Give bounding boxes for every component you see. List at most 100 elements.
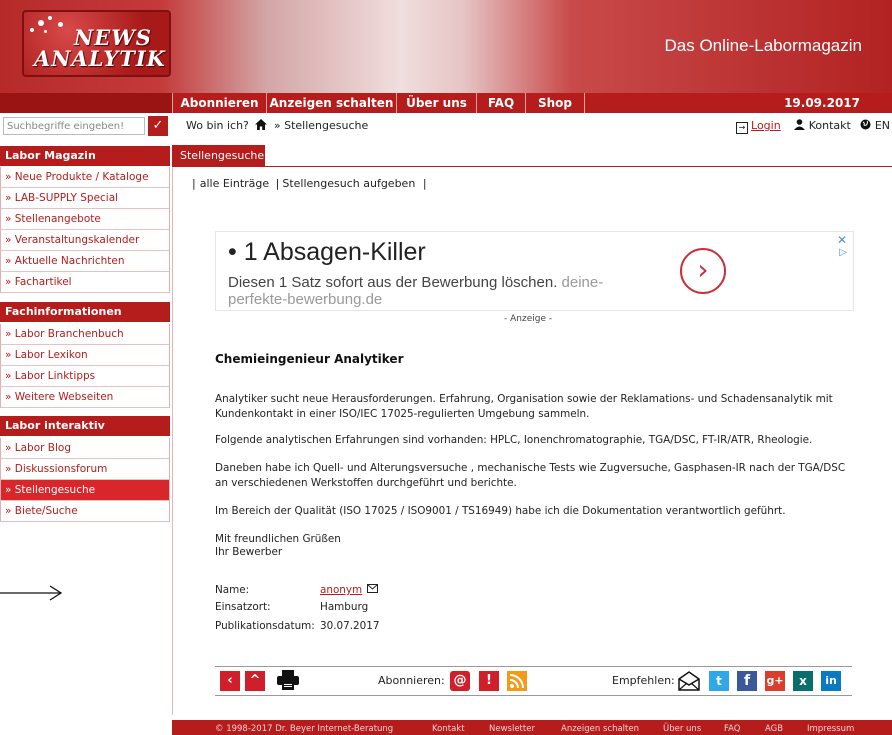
signature: Ihr Bewerber	[215, 546, 283, 558]
sidebar-item-fachartikel[interactable]: » Fachartikel	[0, 272, 170, 293]
subnav-alle-eintraege[interactable]: alle Einträge	[200, 177, 269, 190]
subnav-stellengesuch-aufgeben[interactable]: Stellengesuch aufgeben	[282, 177, 415, 190]
check-icon: ✓	[152, 118, 164, 133]
rss-icon[interactable]	[507, 671, 527, 691]
at-icon: @	[453, 673, 467, 688]
paragraph: Daneben habe ich Quell- und Alterungsver…	[215, 462, 846, 489]
publikationsdatum-label: Publikationsdatum:	[215, 620, 315, 632]
ad-text-body: Diesen 1 Satz sofort aus der Bewerbung l…	[228, 274, 558, 291]
tab-divider	[265, 166, 892, 167]
ad-title[interactable]: • 1 Absagen-Killer	[228, 238, 426, 267]
email-subscribe-button[interactable]: @	[450, 671, 470, 691]
exclamation-icon: !	[486, 673, 492, 688]
sidebar-item-veranstaltungskalender[interactable]: » Veranstaltungskalender	[0, 230, 170, 251]
sidebar-item-stellengesuche[interactable]: » Stellengesuche	[0, 480, 170, 501]
advertisement-box[interactable]: • 1 Absagen-Killer Diesen 1 Satz sofort …	[215, 231, 854, 311]
login-link[interactable]: Login	[751, 119, 781, 132]
sidebar-item-biete-suche[interactable]: » Biete/Suche	[0, 501, 170, 522]
sidebar-item-weitere-webseiten[interactable]: » Weitere Webseiten	[0, 387, 170, 408]
nav-faq[interactable]: FAQ	[476, 93, 525, 113]
site-logo[interactable]: NEWS ANALYTIK	[22, 10, 171, 77]
footer-link-kontakt[interactable]: Kontakt	[432, 724, 465, 734]
twitter-icon[interactable]: t	[709, 671, 729, 691]
nav-anzeigen-schalten[interactable]: Anzeigen schalten	[266, 93, 396, 113]
paragraph: Folgende analytischen Erfahrungen sind v…	[215, 434, 813, 446]
xing-icon[interactable]: x	[793, 671, 813, 691]
close-icon[interactable]: ✕	[837, 233, 847, 247]
google-plus-icon[interactable]: g+	[765, 671, 785, 691]
abonnieren-label: Abonnieren:	[378, 674, 445, 687]
empfehlen-label: Empfehlen:	[612, 674, 675, 687]
footer-copyright: © 1998-2017 Dr. Beyer Internet-Beratung	[215, 724, 394, 734]
job-title: Chemieingenieur Analytiker	[215, 352, 404, 366]
breadcrumb-prefix: Wo bin ich?	[186, 119, 249, 132]
sidebar-item-lab-supply[interactable]: » LAB-SUPPLY Special	[0, 188, 170, 209]
paragraph: Im Bereich der Qualität (ISO 17025 / ISO…	[215, 505, 786, 517]
footer-link-ueber-uns[interactable]: Über uns	[663, 724, 701, 734]
tab-stellengesuche[interactable]: Stellengesuche	[172, 145, 265, 167]
nav-ueber-uns[interactable]: Über uns	[396, 93, 476, 113]
chevron-right-icon: ›	[697, 253, 709, 286]
nav-left-block	[0, 93, 172, 113]
magazine-title: Das Online-Labormagazin	[664, 36, 863, 55]
linkedin-icon[interactable]: in	[821, 671, 841, 691]
sidebar-item-labor-blog[interactable]: » Labor Blog	[0, 438, 170, 459]
scroll-top-button[interactable]: ^	[245, 671, 265, 691]
sidebar-item-stellenangebote[interactable]: » Stellenangebote	[0, 209, 170, 230]
logo-dot	[48, 16, 52, 20]
print-icon[interactable]	[277, 670, 299, 694]
einsatzort-label: Einsatzort:	[215, 601, 271, 613]
footer-link-impressum[interactable]: Impressum	[807, 724, 854, 734]
chevron-left-icon: ‹	[227, 673, 233, 688]
logo-dot	[44, 30, 47, 33]
adchoices-icon[interactable]: ▷	[839, 247, 847, 258]
alert-subscribe-button[interactable]: !	[479, 671, 499, 691]
sidebar-item-linktipps[interactable]: » Labor Linktipps	[0, 366, 170, 387]
sidebar-head-labor-interaktiv: Labor interaktiv	[0, 416, 170, 436]
globe-icon	[860, 119, 875, 132]
footer-link-anzeigen-schalten[interactable]: Anzeigen schalten	[561, 724, 639, 734]
logo-dot	[30, 28, 34, 32]
nav-shop[interactable]: Shop	[525, 93, 585, 113]
name-value: anonym	[320, 584, 379, 596]
footer-link-newsletter[interactable]: Newsletter	[489, 724, 535, 734]
logo-dot	[38, 20, 44, 26]
paragraph: Analytiker sucht neue Herausforderungen.…	[215, 393, 833, 420]
nav-abonnieren[interactable]: Abonnieren	[172, 93, 266, 113]
arrow-right-icon	[0, 583, 64, 607]
search-input[interactable]: Suchbegriffe eingeben!	[3, 117, 145, 135]
footer-link-faq[interactable]: FAQ	[724, 724, 740, 734]
sidebar-head-fachinformationen: Fachinformationen	[0, 302, 170, 322]
search-button[interactable]: ✓	[148, 116, 168, 136]
person-icon	[794, 119, 809, 132]
chevron-up-icon: ^	[249, 673, 261, 688]
sidebar-item-diskussionsforum[interactable]: » Diskussionsforum	[0, 459, 170, 480]
sub-navigation: | alle Einträge | Stellengesuch aufgeben |	[192, 177, 427, 190]
publikationsdatum-value: 30.07.2017	[320, 620, 380, 632]
name-link[interactable]: anonym	[320, 584, 362, 596]
breadcrumb-current[interactable]: » Stellengesuche	[274, 119, 368, 132]
ad-label: - Anzeige -	[504, 314, 553, 324]
facebook-icon[interactable]: f	[737, 671, 757, 691]
sidebar-item-branchenbuch[interactable]: » Labor Branchenbuch	[0, 324, 170, 345]
breadcrumb: Wo bin ich? » Stellengesuche	[186, 119, 368, 132]
bottom-toolbar: ‹ ^ Abonnieren: @ ! Empfehlen: t f g+ x …	[215, 666, 852, 696]
current-date: 19.09.2017	[784, 96, 860, 110]
kontakt-link[interactable]: Kontakt	[809, 119, 851, 132]
mail-share-icon[interactable]	[678, 671, 700, 695]
sidebar-item-neue-produkte[interactable]: » Neue Produkte / Kataloge	[0, 167, 170, 188]
logo-text-analytik: ANALYTIK	[34, 46, 166, 71]
sidebar-item-aktuelle-nachrichten[interactable]: » Aktuelle Nachrichten	[0, 251, 170, 272]
ad-arrow-button[interactable]: ›	[680, 248, 726, 294]
sidebar-item-lexikon[interactable]: » Labor Lexikon	[0, 345, 170, 366]
einsatzort-value: Hamburg	[320, 601, 369, 613]
envelope-icon[interactable]	[367, 584, 379, 593]
logo-dot	[58, 22, 63, 27]
top-right-links: → Login Kontakt EN	[736, 119, 890, 134]
language-link[interactable]: EN	[875, 119, 890, 132]
sidebar-head-labor-magazin: Labor Magazin	[0, 146, 170, 166]
footer-link-agb[interactable]: AGB	[765, 724, 783, 734]
home-icon[interactable]	[255, 119, 268, 132]
back-button[interactable]: ‹	[220, 671, 240, 691]
ad-text: Diesen 1 Satz sofort aus der Bewerbung l…	[228, 274, 648, 308]
